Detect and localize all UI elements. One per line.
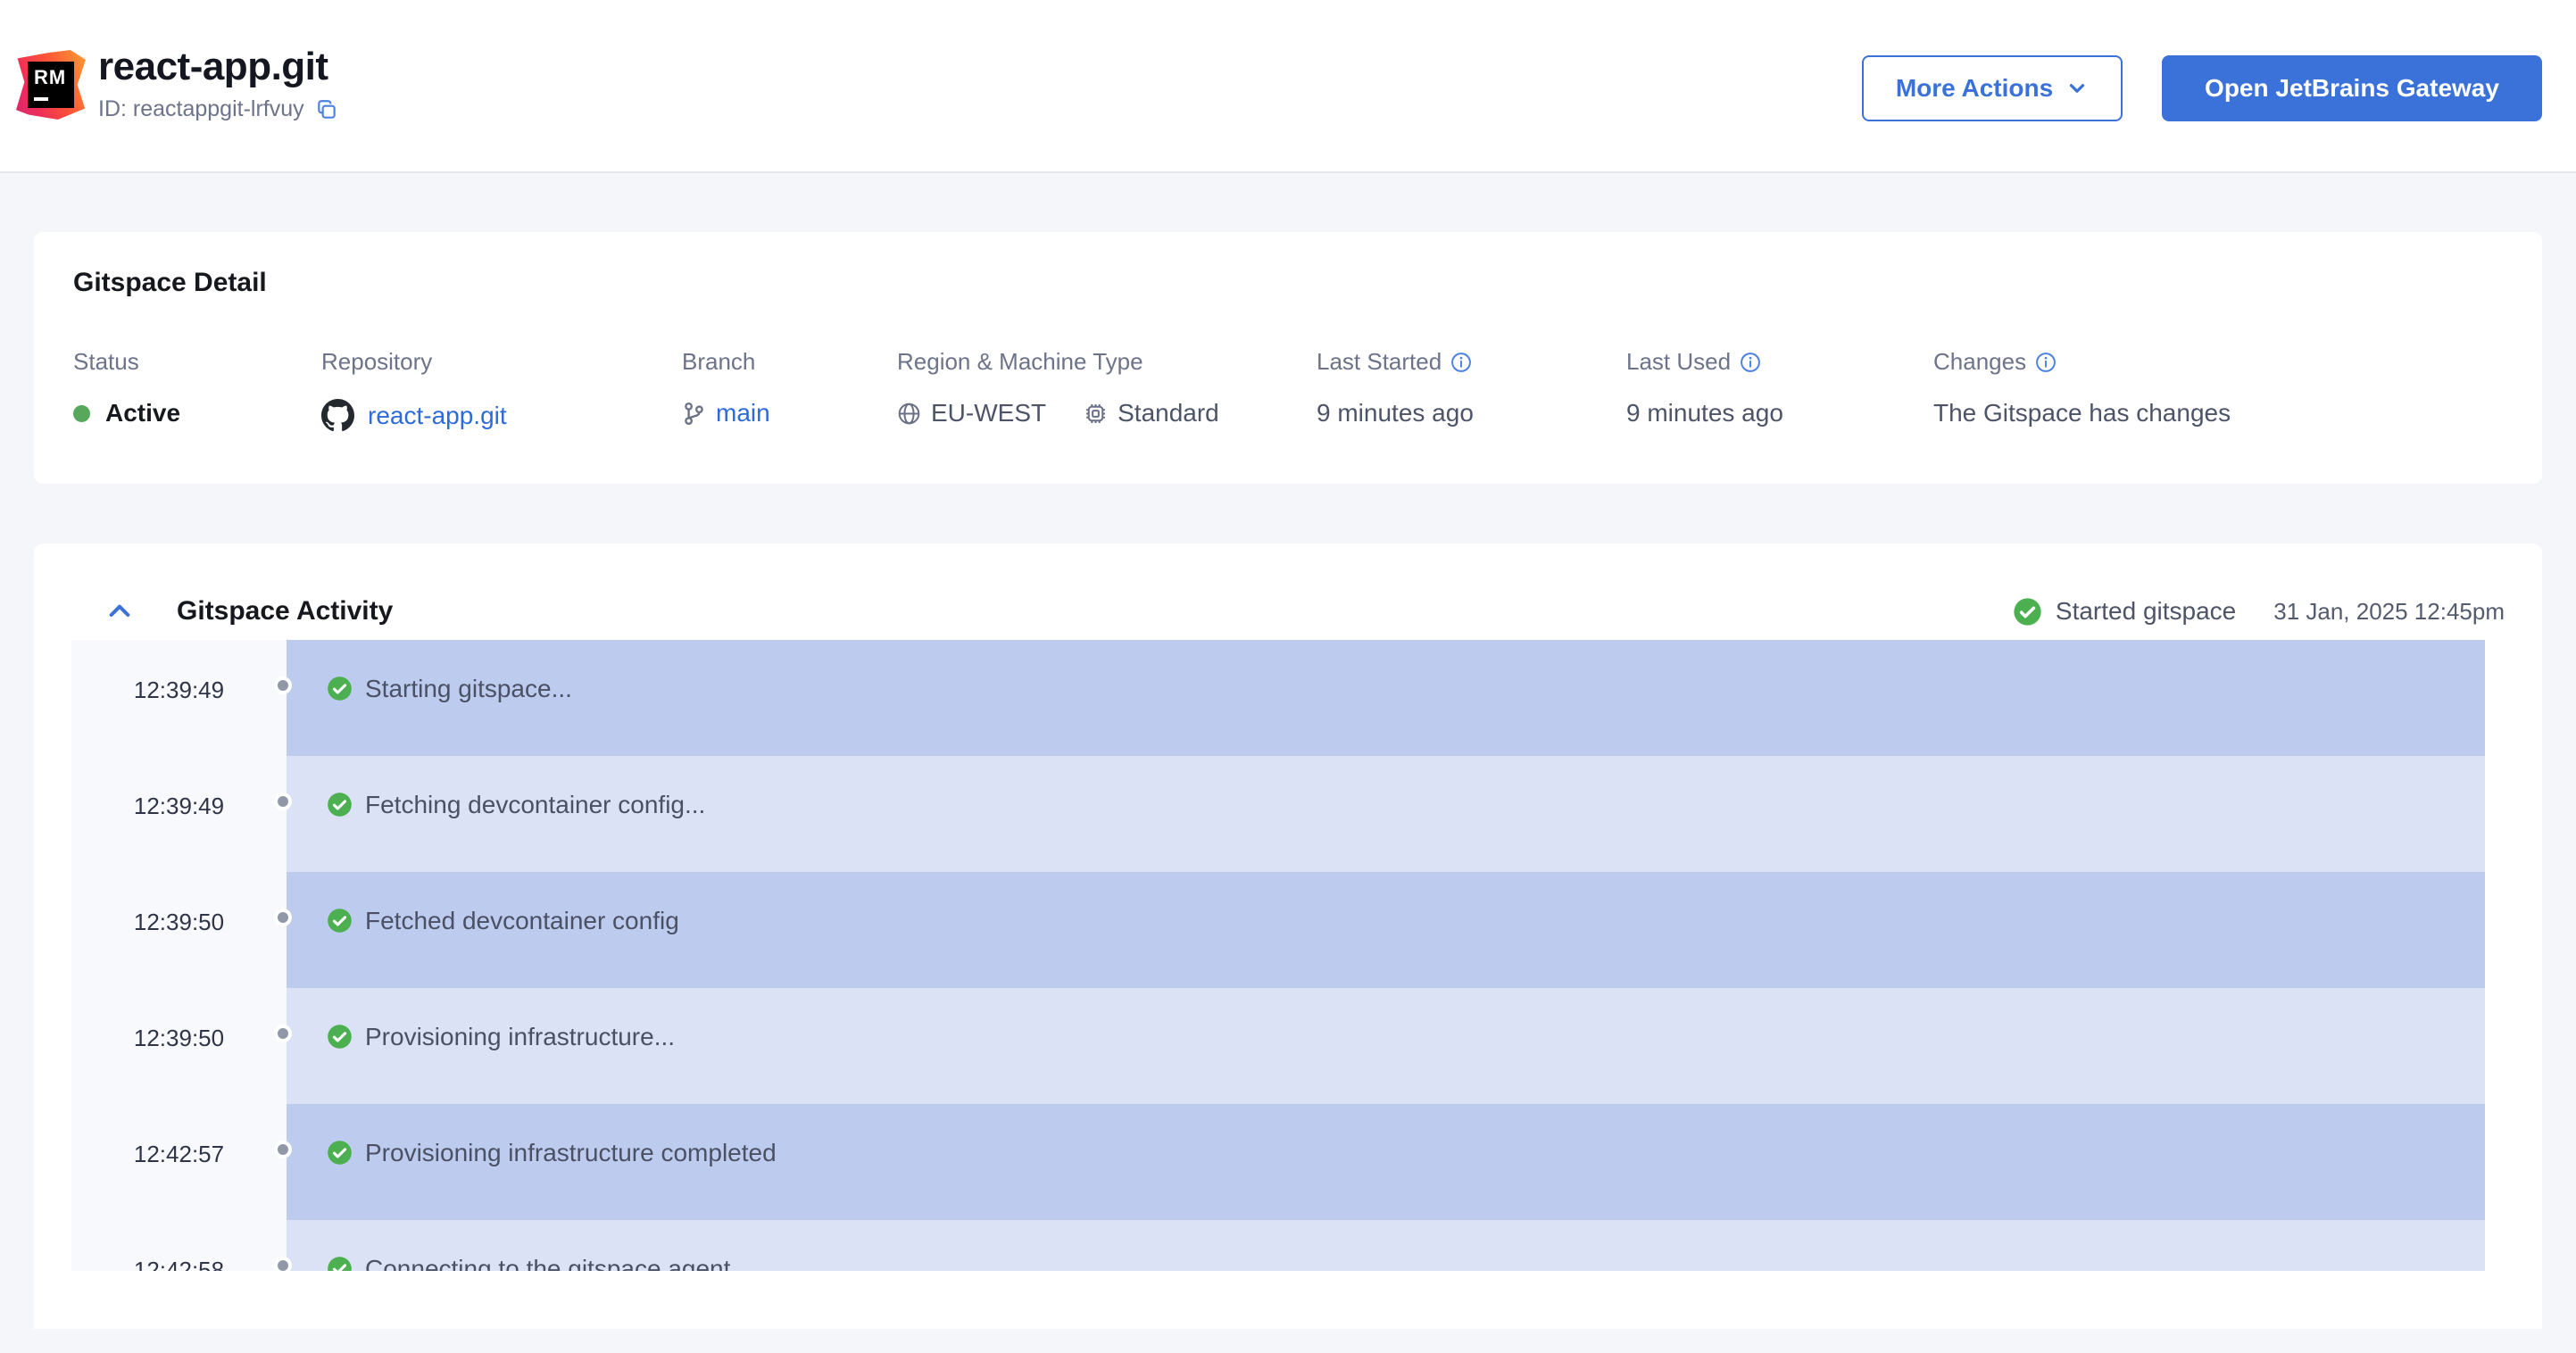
last-used-label: Last Used: [1626, 348, 1732, 375]
log-timestamp: 12:39:49: [71, 756, 287, 872]
last-started-label: Last Started: [1317, 348, 1442, 375]
success-check-icon: [327, 1140, 353, 1170]
repository-label: Repository: [321, 348, 433, 375]
branch-label: Branch: [682, 348, 756, 375]
cpu-chip-icon: [1084, 402, 1108, 426]
changes-value: The Gitspace has changes: [1933, 399, 2231, 427]
log-row: 12:39:49 Fetching devcontainer config...: [71, 756, 2485, 872]
log-row: 12:39:49 Starting gitspace...: [71, 640, 2485, 756]
info-icon[interactable]: [2035, 352, 2057, 373]
region-machine-field: Region & Machine Type EU-WEST Standard: [897, 348, 1317, 432]
log-timestamp: 12:39:50: [71, 872, 287, 988]
gitspace-detail-card: Gitspace Detail Status Active Repository…: [34, 232, 2542, 484]
region-machine-label: Region & Machine Type: [897, 348, 1143, 375]
collapse-chevron-up-icon[interactable]: [105, 597, 134, 626]
success-check-icon: [327, 792, 353, 822]
repository-link[interactable]: react-app.git: [368, 402, 507, 430]
log-message: Fetched devcontainer config: [365, 907, 679, 934]
timeline-dot-icon: [274, 1025, 292, 1042]
log-row: 12:39:50 Fetched devcontainer config: [71, 872, 2485, 988]
info-icon[interactable]: [1740, 352, 1761, 373]
activity-status-label: Started gitspace: [2055, 597, 2237, 625]
log-timestamp: 12:39:50: [71, 988, 287, 1104]
more-actions-label: More Actions: [1895, 74, 2054, 102]
copy-icon[interactable]: [315, 98, 338, 121]
timeline-dot-icon: [274, 1141, 292, 1158]
region-value: EU-WEST: [931, 399, 1047, 427]
detail-card-heading: Gitspace Detail: [73, 268, 267, 297]
success-check-icon: [327, 1024, 353, 1054]
activity-log[interactable]: 12:39:49 Starting gitspace... 12:39:49 F…: [71, 640, 2485, 1271]
timeline-dot-icon: [274, 793, 292, 810]
log-message: Fetching devcontainer config...: [365, 791, 706, 818]
page-header: RM react-app.git ID: reactappgit-lrfvuy …: [0, 0, 2576, 173]
changes-label: Changes: [1933, 348, 2027, 375]
status-field: Status Active: [73, 348, 321, 432]
log-timestamp: 12:39:49: [71, 640, 287, 756]
success-check-icon: [327, 1256, 353, 1271]
more-actions-button[interactable]: More Actions: [1862, 55, 2123, 121]
last-started-field: Last Started 9 minutes ago: [1317, 348, 1626, 432]
changes-field: Changes The Gitspace has changes: [1933, 348, 2503, 432]
status-value: Active: [105, 399, 181, 427]
machine-type-value: Standard: [1118, 399, 1219, 427]
success-check-icon: [2013, 597, 2042, 627]
open-jetbrains-gateway-button[interactable]: Open JetBrains Gateway: [2162, 55, 2542, 121]
branch-link[interactable]: main: [716, 399, 770, 427]
log-timestamp: 12:42:58: [71, 1220, 287, 1271]
chevron-down-icon: [2065, 77, 2089, 100]
timeline-dot-icon: [274, 1257, 292, 1271]
log-message: Starting gitspace...: [365, 675, 572, 702]
log-timestamp: 12:42:57: [71, 1104, 287, 1220]
log-message: Connecting to the gitspace agent...: [365, 1255, 752, 1271]
log-row: 12:39:50 Provisioning infrastructure...: [71, 988, 2485, 1104]
status-active-dot-icon: [73, 404, 90, 422]
open-gateway-label: Open JetBrains Gateway: [2205, 74, 2499, 102]
activity-heading: Gitspace Activity: [177, 596, 394, 626]
last-used-field: Last Used 9 minutes ago: [1626, 348, 1933, 432]
rubymine-logo-text: RM: [34, 66, 67, 88]
globe-icon: [897, 402, 921, 426]
timeline-dot-icon: [274, 909, 292, 926]
gitspace-activity-card: Gitspace Activity Started gitspace 31 Ja…: [34, 544, 2542, 1329]
success-check-icon: [327, 676, 353, 706]
last-used-value: 9 minutes ago: [1626, 399, 1783, 427]
log-row: 12:42:58 Connecting to the gitspace agen…: [71, 1220, 2485, 1271]
success-check-icon: [327, 908, 353, 938]
log-message: Provisioning infrastructure...: [365, 1023, 676, 1050]
log-row: 12:42:57 Provisioning infrastructure com…: [71, 1104, 2485, 1220]
git-branch-icon: [682, 402, 706, 426]
branch-field: Branch main: [682, 348, 897, 432]
activity-status-time: 31 Jan, 2025 12:45pm: [2273, 597, 2505, 625]
repository-field: Repository react-app.git: [321, 348, 682, 432]
rubymine-logo-icon: RM: [16, 50, 86, 120]
timeline-dot-icon: [274, 676, 292, 694]
last-started-value: 9 minutes ago: [1317, 399, 1474, 427]
info-icon[interactable]: [1450, 352, 1472, 373]
gitspace-id: ID: reactappgit-lrfvuy: [98, 96, 304, 121]
page-title: react-app.git: [98, 45, 328, 88]
github-icon: [321, 399, 354, 432]
log-message: Provisioning infrastructure completed: [365, 1139, 777, 1166]
status-label: Status: [73, 348, 139, 375]
